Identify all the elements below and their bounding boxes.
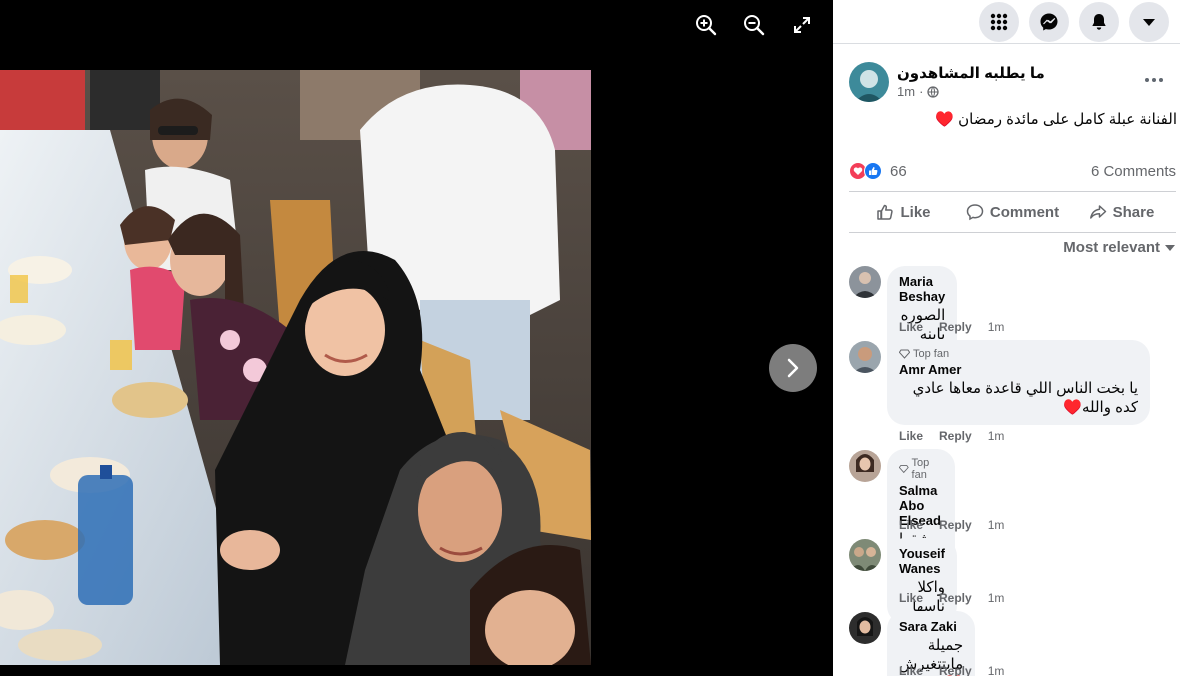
comment-time[interactable]: 1m — [988, 591, 1005, 605]
like-button[interactable]: Like — [849, 192, 958, 232]
zoom-in-icon[interactable] — [691, 10, 721, 40]
fullscreen-icon[interactable] — [787, 10, 817, 40]
post-time[interactable]: 1m — [897, 84, 915, 99]
comment-like-link[interactable]: Like — [899, 518, 923, 532]
comment-time[interactable]: 1m — [988, 664, 1005, 676]
comment-time[interactable]: 1m — [988, 320, 1005, 334]
photo-illustration — [0, 70, 591, 665]
next-photo-button[interactable] — [769, 344, 817, 392]
sort-label: Most relevant — [1063, 239, 1160, 256]
like-reaction-icon — [864, 162, 882, 180]
comment-reply-link[interactable]: Reply — [939, 320, 972, 334]
top-fan-badge: Top fan — [899, 348, 1138, 360]
like-label: Like — [900, 203, 931, 221]
badge-label: Top fan — [911, 457, 930, 481]
commenter-avatar[interactable] — [849, 450, 881, 482]
comment-actions: Like Reply 1m — [899, 591, 1004, 605]
comment-actions: Like Reply 1m — [899, 518, 1004, 532]
reaction-icons[interactable] — [849, 162, 882, 180]
comment-actions: Like Reply 1m — [899, 664, 1004, 676]
post-side-panel: ما يطلبه المشاهدون 1m · الفنانة عبلة كام… — [833, 0, 1180, 676]
comment-reply-link[interactable]: Reply — [939, 591, 972, 605]
messenger-icon[interactable] — [1029, 1, 1069, 42]
account-caret-icon[interactable] — [1129, 1, 1169, 42]
top-navigation — [833, 0, 1180, 44]
commenter-avatar[interactable] — [849, 266, 881, 298]
comment-time[interactable]: 1m — [988, 518, 1005, 532]
commenter-avatar[interactable] — [849, 612, 881, 644]
commenter-name[interactable]: Youseif Wanes — [899, 546, 945, 576]
reactions-summary: 66 6 Comments — [849, 158, 1176, 184]
post-meta: 1m · — [897, 84, 940, 99]
share-arrow-icon — [1089, 205, 1106, 219]
comment-like-link[interactable]: Like — [899, 429, 923, 443]
comment-sort-dropdown[interactable]: Most relevant — [1063, 239, 1176, 256]
post-action-bar: Like Comment Share — [849, 191, 1176, 233]
zoom-out-icon[interactable] — [739, 10, 769, 40]
post-options-icon[interactable] — [1140, 70, 1168, 90]
comment-reply-link[interactable]: Reply — [939, 429, 972, 443]
comment-like-link[interactable]: Like — [899, 664, 923, 676]
comment-actions: Like Reply 1m — [899, 320, 1004, 334]
commenter-avatar[interactable] — [849, 539, 881, 571]
reactions-count[interactable]: 66 — [890, 163, 907, 180]
commenter-avatar[interactable] — [849, 341, 881, 373]
top-fan-badge: Top fan — [899, 457, 943, 481]
photo-viewer — [0, 0, 833, 676]
badge-label: Top fan — [913, 348, 950, 360]
comment-like-link[interactable]: Like — [899, 591, 923, 605]
comment-actions: Like Reply 1m — [899, 429, 1004, 443]
post-photo — [0, 70, 591, 665]
chevron-down-icon — [1165, 244, 1175, 251]
like-thumb-icon — [877, 204, 894, 220]
diamond-badge-icon — [899, 349, 910, 359]
share-label: Share — [1112, 203, 1155, 221]
viewer-toolbar — [691, 10, 817, 40]
diamond-badge-icon — [899, 465, 909, 474]
comment-text: يا بخت الناس اللي قاعدة معاها عادي كده و… — [912, 380, 1138, 416]
comment-bubble: Top fan Amr Amer يا بخت الناس اللي قاعدة… — [887, 340, 1150, 425]
commenter-name[interactable]: Amr Amer — [899, 362, 1138, 377]
comment-time[interactable]: 1m — [988, 429, 1005, 443]
comment-label: Comment — [989, 203, 1060, 221]
meta-separator: · — [919, 84, 924, 99]
page-avatar[interactable] — [849, 62, 889, 102]
menu-grid-icon[interactable] — [979, 1, 1019, 42]
chevron-right-icon — [787, 358, 799, 378]
page-name[interactable]: ما يطلبه المشاهدون — [897, 64, 1045, 82]
comment-reply-link[interactable]: Reply — [939, 664, 972, 676]
commenter-name[interactable]: Sara Zaki — [899, 619, 963, 634]
facebook-photo-viewer: ما يطلبه المشاهدون 1m · الفنانة عبلة كام… — [0, 0, 1180, 676]
comment-bubble-icon — [966, 204, 984, 221]
notifications-bell-icon[interactable] — [1079, 1, 1119, 42]
comment-button[interactable]: Comment — [958, 192, 1067, 232]
post-caption: الفنانة عبلة كامل على مائدة رمضان ♥️ — [935, 111, 1177, 128]
commenter-name[interactable]: Maria Beshay — [899, 274, 945, 304]
globe-icon — [927, 85, 940, 98]
comment-reply-link[interactable]: Reply — [939, 518, 972, 532]
share-button[interactable]: Share — [1067, 192, 1176, 232]
comment-like-link[interactable]: Like — [899, 320, 923, 334]
comments-count[interactable]: 6 Comments — [1091, 163, 1176, 180]
